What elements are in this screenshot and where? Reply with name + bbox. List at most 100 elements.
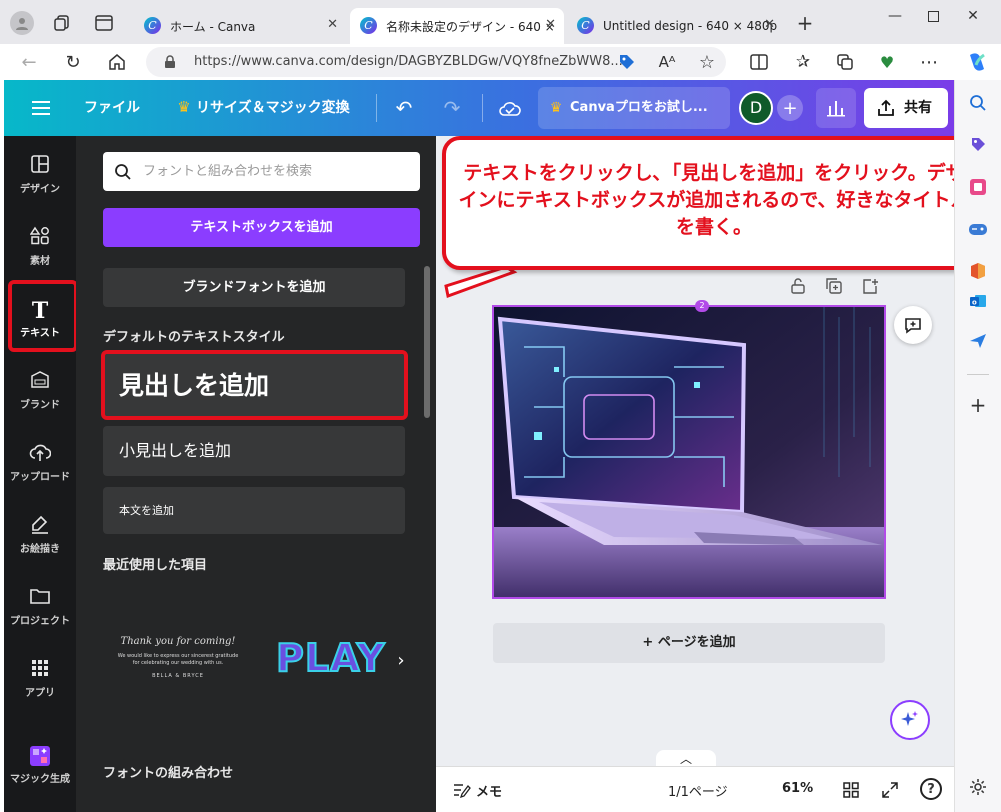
tools-icon[interactable] <box>967 176 989 198</box>
close-window-icon[interactable]: ✕ <box>958 6 988 26</box>
rail-item-design[interactable]: デザイン <box>4 146 76 210</box>
favorites-icon[interactable]: ✰ <box>792 52 814 72</box>
rail-item-brand[interactable]: ブランド <box>4 362 76 426</box>
expand-up-icon[interactable]: ︿ <box>656 750 716 766</box>
undo-icon[interactable]: ↶ <box>392 96 416 120</box>
redo-icon[interactable]: ↷ <box>440 96 464 120</box>
sidebar-settings-gear-icon[interactable] <box>967 776 989 798</box>
menu-icon[interactable] <box>30 98 52 118</box>
design-page[interactable] <box>492 305 886 599</box>
text-panel: フォントと組み合わせを検索 テキストボックスを追加 ブランドフォントを追加 デフ… <box>76 136 436 812</box>
notes-button[interactable]: メモ <box>476 781 502 800</box>
crown-icon: ♛ <box>177 98 191 116</box>
rail-item-apps[interactable]: アプリ <box>4 650 76 714</box>
drop-send-icon[interactable] <box>967 330 989 352</box>
profile-icon[interactable] <box>10 11 34 35</box>
rail-item-magic-media[interactable]: マジック生成 <box>4 736 76 800</box>
close-tab-icon[interactable]: ✕ <box>545 17 556 32</box>
rail-item-projects[interactable]: プロジェクト <box>4 578 76 642</box>
add-textbox-button[interactable]: テキストボックスを追加 <box>103 208 420 247</box>
font-search-input[interactable]: フォントと組み合わせを検索 <box>103 152 420 191</box>
tab-actions-icon[interactable] <box>92 12 116 34</box>
close-tab-icon[interactable]: ✕ <box>327 17 338 32</box>
notes-icon[interactable] <box>452 780 472 800</box>
default-styles-heading: デフォルトのテキストスタイル <box>103 330 285 345</box>
read-aloud-icon[interactable]: Aᴬ <box>656 52 678 72</box>
collections-bar-icon[interactable] <box>834 52 856 72</box>
panel-scrollbar[interactable] <box>424 266 430 418</box>
microsoft-365-icon[interactable] <box>967 260 989 282</box>
search-icon[interactable] <box>967 92 989 114</box>
help-button[interactable]: ? <box>920 778 942 800</box>
lock-icon <box>162 54 178 70</box>
outlook-icon[interactable]: o <box>967 290 989 312</box>
toolbar-divider <box>482 94 483 122</box>
page-indicator[interactable]: 1/1ページ <box>668 781 728 800</box>
collections-icon[interactable] <box>50 12 74 34</box>
crown-icon: ♛ <box>549 100 563 116</box>
canva-favicon-icon: C <box>577 17 594 34</box>
add-sidebar-app-icon[interactable]: + <box>967 393 989 417</box>
cloud-upload-icon <box>4 442 76 468</box>
pro-label: Canvaプロをお試し... <box>570 100 708 115</box>
canvas-area: テキストをクリックし､「見出しを追加」をクリック。デザインにテキストボックスが追… <box>436 136 988 812</box>
avatar[interactable]: D <box>739 91 773 125</box>
share-button[interactable]: 共有 <box>864 88 948 128</box>
add-collaborator-icon[interactable]: + <box>777 95 803 121</box>
duplicate-page-icon[interactable] <box>824 276 844 296</box>
refresh-icon[interactable]: ↻ <box>62 52 84 73</box>
maximize-icon[interactable] <box>918 6 948 26</box>
insights-button[interactable] <box>816 88 856 128</box>
add-page-button[interactable]: + ページを追加 <box>493 623 885 663</box>
pen-draw-icon <box>4 514 76 540</box>
fullscreen-icon[interactable] <box>879 779 901 801</box>
tag-icon[interactable] <box>616 52 638 72</box>
new-tab-icon[interactable]: + <box>794 11 816 35</box>
add-page-icon[interactable] <box>860 276 880 296</box>
svg-text:o: o <box>972 299 977 307</box>
copilot-icon[interactable] <box>964 50 990 74</box>
settings-more-icon[interactable]: ⋯ <box>918 52 940 73</box>
tab-home-canva[interactable]: C ホーム - Canva ✕ <box>134 8 346 44</box>
lock-page-icon[interactable] <box>788 276 808 296</box>
rail-item-draw[interactable]: お絵描き <box>4 506 76 570</box>
toolbar-divider <box>376 94 377 122</box>
comment-add-icon[interactable] <box>894 306 932 344</box>
games-icon[interactable] <box>967 218 989 240</box>
bar-chart-icon <box>827 101 845 117</box>
resize-magic-button[interactable]: リサイズ＆マジック変換 <box>196 80 350 136</box>
chevron-right-icon[interactable]: › <box>394 650 408 671</box>
add-body-text-button[interactable]: 本文を追加 <box>103 487 405 534</box>
file-menu-button[interactable]: ファイル <box>84 80 140 136</box>
tab-current-design[interactable]: C 名称未設定のデザイン - 640 × ✕ <box>350 8 564 44</box>
back-icon[interactable]: ← <box>18 52 40 73</box>
add-brand-font-button[interactable]: ブランドフォントを追加 <box>103 268 405 307</box>
rail-label: アップロード <box>10 472 70 483</box>
try-canva-pro-button[interactable]: ♛ Canvaプロをお試し... <box>538 87 730 129</box>
add-subheading-button[interactable]: 小見出しを追加 <box>103 426 405 476</box>
home-icon[interactable] <box>106 52 128 72</box>
zoom-level[interactable]: 61% <box>782 781 813 796</box>
tab-untitled-design[interactable]: C Untitled design - 640 × 480p ✕ <box>567 8 783 44</box>
cloud-saved-icon[interactable] <box>498 96 522 120</box>
recent-item-thank-you[interactable]: Thank you for coming! We would like to e… <box>103 606 253 710</box>
recent-item-play[interactable]: PLAY <box>275 635 401 682</box>
canva-toolbar: ファイル ♛ リサイズ＆マジック変換 ↶ ↷ ♛ Canvaプロをお試し... … <box>4 80 954 136</box>
favorite-star-icon[interactable]: ☆ <box>696 52 718 73</box>
rail-item-uploads[interactable]: アップロード <box>4 434 76 498</box>
magic-assistant-icon[interactable] <box>890 700 930 740</box>
close-tab-icon[interactable]: ✕ <box>764 17 775 32</box>
shopping-tag-icon[interactable] <box>967 134 989 156</box>
url-field[interactable]: https://www.canva.com/design/DAGBYZBLDGw… <box>146 47 726 77</box>
browser-address-bar: ← ↻ https://www.canva.com/design/DAGBYZB… <box>0 44 1001 80</box>
url-text: https://www.canva.com/design/DAGBYZBLDGw… <box>194 54 623 69</box>
rail-item-elements[interactable]: 素材 <box>4 218 76 282</box>
highlight-text-rail-item <box>8 280 78 352</box>
rail-label: プロジェクト <box>10 616 70 627</box>
split-screen-icon[interactable] <box>748 52 770 72</box>
browser-essentials-icon[interactable]: ♥ <box>876 52 898 72</box>
grid-view-icon[interactable] <box>840 779 862 801</box>
minimize-icon[interactable]: — <box>880 6 910 26</box>
rail-label: お絵描き <box>20 544 60 555</box>
shapes-icon <box>4 226 76 252</box>
